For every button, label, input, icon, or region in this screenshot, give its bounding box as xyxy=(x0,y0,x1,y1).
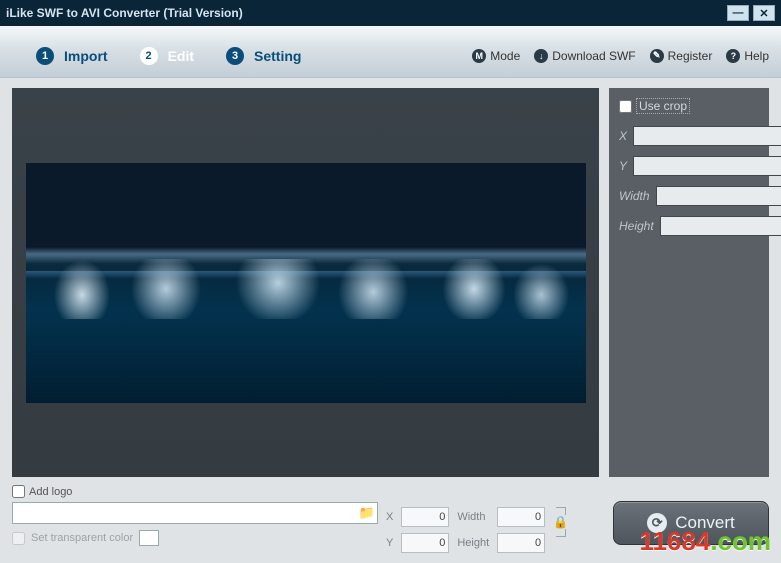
tab-label: Edit xyxy=(168,48,194,64)
tab-number-icon: 3 xyxy=(226,47,244,65)
mode-icon: M xyxy=(472,49,486,63)
logo-x-label: X xyxy=(386,511,393,523)
transparent-color-swatch[interactable] xyxy=(139,530,159,546)
link-label: Register xyxy=(668,49,713,63)
tab-number-icon: 2 xyxy=(140,47,158,65)
transparent-color-label: Set transparent color xyxy=(31,532,133,544)
logo-x-input[interactable] xyxy=(401,507,449,527)
tab-label: Import xyxy=(64,48,108,64)
crop-width-label: Width xyxy=(619,189,650,203)
preview-panel xyxy=(12,88,599,477)
crop-y-input[interactable] xyxy=(633,156,781,176)
link-label: Download SWF xyxy=(552,49,635,63)
tab-import[interactable]: 1 Import xyxy=(26,39,136,73)
aspect-lock[interactable]: 🔒 xyxy=(553,507,568,537)
crop-panel: Use crop X Y Width Height xyxy=(609,88,769,477)
video-preview[interactable] xyxy=(26,163,586,403)
help-link[interactable]: ? Help xyxy=(726,49,769,63)
lock-icon: 🔒 xyxy=(553,515,568,529)
download-icon: ↓ xyxy=(534,49,548,63)
help-icon: ? xyxy=(726,49,740,63)
register-icon: ✎ xyxy=(650,49,664,63)
tab-bar: 1 Import 2 Edit 3 Setting M Mode ↓ Downl… xyxy=(0,26,781,78)
crop-x-label: X xyxy=(619,129,627,143)
browse-icon[interactable]: 📁 xyxy=(356,502,378,524)
crop-height-input[interactable] xyxy=(660,216,781,236)
minimize-button[interactable]: — xyxy=(727,5,749,21)
register-link[interactable]: ✎ Register xyxy=(650,49,713,63)
crop-x-input[interactable] xyxy=(633,126,781,146)
crop-y-label: Y xyxy=(619,159,627,173)
window-title: iLike SWF to AVI Converter (Trial Versio… xyxy=(6,6,723,20)
link-label: Mode xyxy=(490,49,520,63)
top-links: M Mode ↓ Download SWF ✎ Register ? Help xyxy=(472,49,769,63)
logo-height-label: Height xyxy=(457,537,489,549)
add-logo-checkbox[interactable] xyxy=(12,485,25,498)
use-crop-label: Use crop xyxy=(636,98,690,114)
tab-number-icon: 1 xyxy=(36,47,54,65)
logo-height-input[interactable] xyxy=(497,533,545,553)
tab-setting[interactable]: 3 Setting xyxy=(216,39,329,73)
logo-position-grid: X Width Y Height xyxy=(386,507,545,553)
logo-path-input[interactable] xyxy=(12,502,378,524)
add-logo-label: Add logo xyxy=(29,486,72,498)
use-crop-checkbox[interactable] xyxy=(619,100,632,113)
titlebar: iLike SWF to AVI Converter (Trial Versio… xyxy=(0,0,781,26)
link-label: Help xyxy=(744,49,769,63)
preview-artwork xyxy=(26,259,586,319)
logo-width-input[interactable] xyxy=(497,507,545,527)
tab-edit[interactable]: 2 Edit xyxy=(130,39,222,73)
logo-y-input[interactable] xyxy=(401,533,449,553)
transparent-color-checkbox[interactable] xyxy=(12,532,25,545)
watermark: 11684.com xyxy=(639,526,771,557)
tab-label: Setting xyxy=(254,48,301,64)
crop-height-label: Height xyxy=(619,219,654,233)
logo-width-label: Width xyxy=(457,511,489,523)
logo-y-label: Y xyxy=(386,537,393,549)
mode-link[interactable]: M Mode xyxy=(472,49,520,63)
close-button[interactable]: ✕ xyxy=(753,5,775,21)
client-area: Use crop X Y Width Height xyxy=(0,78,781,563)
download-swf-link[interactable]: ↓ Download SWF xyxy=(534,49,635,63)
crop-width-input[interactable] xyxy=(656,186,781,206)
